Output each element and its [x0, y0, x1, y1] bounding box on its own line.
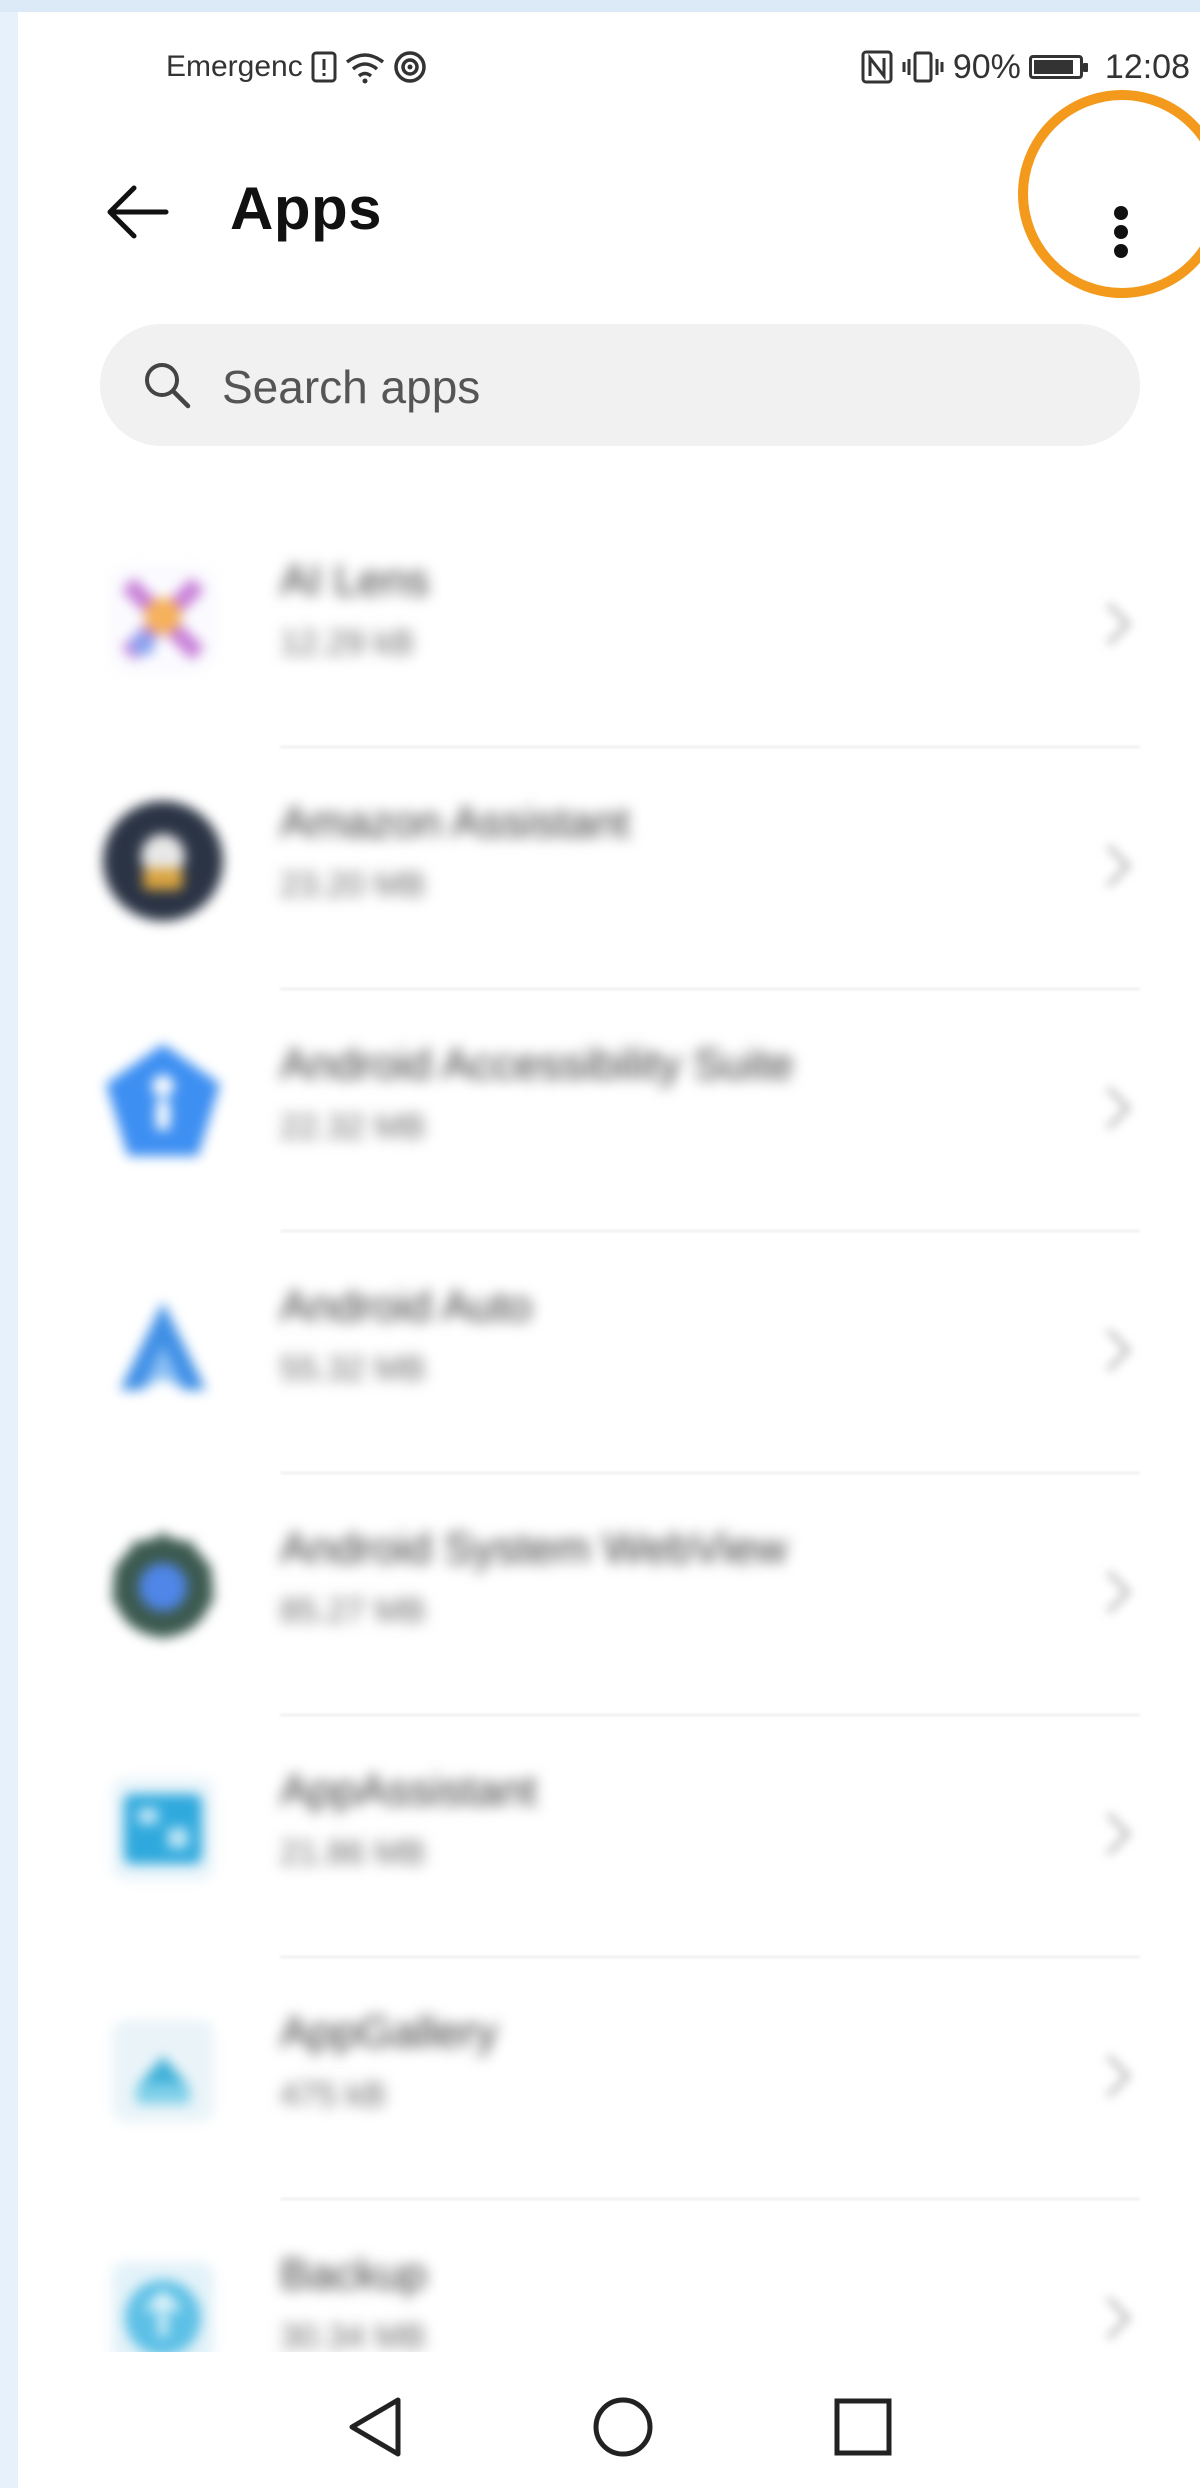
accessibility-suite-icon	[106, 1044, 220, 1156]
back-triangle-icon	[349, 2397, 401, 2457]
app-size: 30.34 MB	[280, 2318, 426, 2352]
search-placeholder: Search apps	[222, 361, 481, 413]
list-item-backup[interactable]: Backup 30.34 MB	[18, 2200, 1200, 2352]
app-name: Amazon Assistant	[280, 798, 630, 847]
app-size: 21.86 MB	[280, 1834, 426, 1872]
nav-home-button[interactable]	[578, 2382, 668, 2472]
search-input[interactable]: Search apps	[100, 324, 1140, 446]
carrier-label: Emergenc	[166, 50, 303, 83]
sim-alert-icon	[311, 51, 337, 83]
status-bar: Emergenc 90% 12:08	[18, 12, 1200, 112]
chevron-right-icon	[1106, 1812, 1132, 1856]
status-left: Emergenc	[166, 42, 427, 92]
list-item-appgallery[interactable]: AppGallery 475 kB	[18, 1958, 1200, 2200]
window-top-border	[0, 0, 1200, 12]
nfc-icon	[861, 50, 893, 84]
nav-recents-button[interactable]	[818, 2382, 908, 2472]
app-list[interactable]: AI Lens 12.29 kB Amazon Assistant 23.20 …	[18, 506, 1200, 2352]
list-item-amazon-assistant[interactable]: Amazon Assistant 23.20 MB	[18, 748, 1200, 990]
app-name: AppGallery	[280, 2008, 498, 2057]
list-item-android-auto[interactable]: Android Auto 55.32 MB	[18, 1232, 1200, 1474]
chevron-right-icon	[1106, 1086, 1132, 1130]
status-right: 90% 12:08	[861, 42, 1190, 92]
chevron-right-icon	[1106, 1570, 1132, 1614]
recents-square-icon	[834, 2398, 892, 2456]
list-item-ai-lens[interactable]: AI Lens 12.29 kB	[18, 506, 1200, 748]
battery-icon	[1028, 55, 1088, 79]
home-circle-icon	[593, 2397, 653, 2457]
app-name: AppAssistant	[280, 1766, 537, 1815]
app-name: Android Accessibility Suite	[280, 1040, 794, 1089]
chevron-right-icon	[1106, 2054, 1132, 2098]
chevron-right-icon	[1106, 602, 1132, 646]
nav-back-button[interactable]	[332, 2382, 422, 2472]
app-assistant-icon	[112, 1778, 214, 1880]
app-name: AI Lens	[280, 556, 430, 605]
chevron-right-icon	[1106, 2296, 1132, 2340]
hotspot-icon	[393, 51, 426, 83]
app-name: Backup	[280, 2250, 427, 2299]
list-item-android-system-webview[interactable]: Android System WebView 85.27 MB	[18, 1474, 1200, 1716]
ai-lens-icon	[108, 564, 218, 674]
list-item-appassistant[interactable]: AppAssistant 21.86 MB	[18, 1716, 1200, 1958]
app-size: 475 kB	[280, 2076, 386, 2114]
android-auto-icon	[120, 1302, 206, 1390]
app-size: 22.32 MB	[280, 1108, 426, 1146]
backup-icon	[112, 2262, 214, 2352]
arrow-left-icon	[107, 185, 169, 239]
app-name: Android Auto	[280, 1282, 532, 1331]
search-icon	[145, 363, 191, 409]
chevron-right-icon	[1106, 1328, 1132, 1372]
app-name: Android System WebView	[280, 1524, 788, 1573]
navigation-bar	[18, 2352, 1200, 2488]
vibrate-icon	[902, 51, 944, 83]
list-item-android-accessibility-suite[interactable]: Android Accessibility Suite 22.32 MB	[18, 990, 1200, 1232]
wifi-icon	[345, 53, 384, 84]
webview-icon	[110, 1530, 216, 1640]
app-size: 85.27 MB	[280, 1592, 426, 1630]
status-time: 12:08	[1104, 47, 1190, 86]
chevron-right-icon	[1106, 844, 1132, 888]
phone-screen: Emergenc 90% 12:08 Apps Search apps AI L…	[18, 12, 1200, 2488]
app-size: 23.20 MB	[280, 866, 426, 904]
app-size: 12.29 kB	[280, 624, 415, 662]
back-button[interactable]	[98, 172, 178, 252]
amazon-assistant-icon	[103, 801, 223, 921]
battery-percent: 90%	[952, 47, 1021, 86]
appgallery-icon	[112, 2020, 214, 2122]
page-title: Apps	[230, 175, 382, 242]
app-size: 55.32 MB	[280, 1350, 426, 1388]
